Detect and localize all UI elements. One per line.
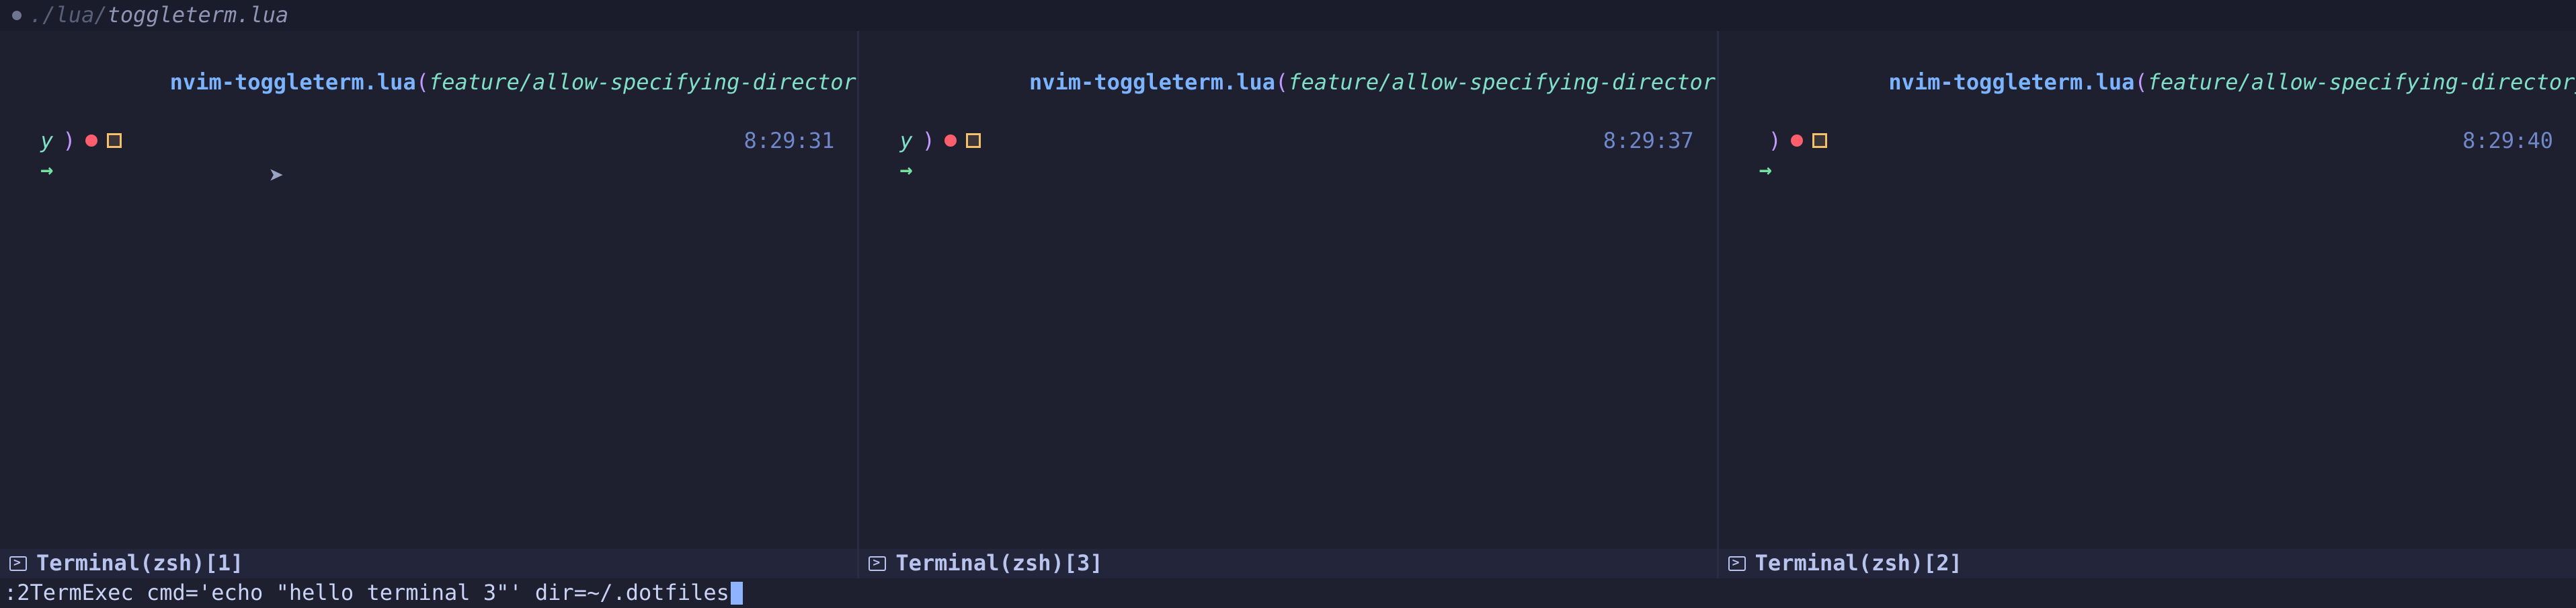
- dirty-indicator-icon: [1791, 135, 1803, 147]
- terminal-pane-3[interactable]: nvim-toggleterm.lua(feature/allow-specif…: [1719, 31, 2576, 578]
- titlebar-path-prefix: ./lua/: [30, 2, 108, 28]
- mouse-pointer-icon: ➤: [269, 159, 284, 193]
- paren-close: ): [922, 126, 935, 155]
- terminal-pane-1[interactable]: nvim-toggleterm.lua(feature/allow-specif…: [0, 31, 859, 578]
- paren-close: ): [1769, 126, 1781, 155]
- pane-statusline: Terminal(zsh)[1]: [0, 549, 857, 578]
- terminal-icon: [1728, 556, 1746, 571]
- prompt-line-2: y) 8:29:31: [40, 126, 841, 155]
- dirty-indicator-icon: [85, 135, 97, 147]
- paren-open: (: [1275, 69, 1288, 95]
- prompt-dir: nvim-toggleterm.lua: [1888, 69, 2134, 95]
- prompt-dir: nvim-toggleterm.lua: [1029, 69, 1275, 95]
- git-branch: feature/allow-specifying-director: [429, 69, 856, 95]
- prompt-line-1: nvim-toggleterm.lua(feature/allow-specif…: [1759, 39, 2560, 126]
- prompt-dir: nvim-toggleterm.lua: [170, 69, 416, 95]
- paren-close: ): [63, 126, 75, 155]
- pane-status-label: Terminal(zsh)[3]: [895, 549, 1102, 578]
- prompt-arrow: →: [40, 155, 841, 184]
- save-icon: [1812, 133, 1827, 148]
- window-titlebar: ./lua/toggleterm.lua: [0, 0, 2576, 31]
- terminal-icon: [9, 556, 27, 571]
- pane-status-label: Terminal(zsh)[1]: [36, 549, 243, 578]
- prompt-line-1: nvim-toggleterm.lua(feature/allow-specif…: [40, 39, 841, 126]
- prompt-line-2: y) 8:29:37: [899, 126, 1700, 155]
- terminal-body[interactable]: nvim-toggleterm.lua(feature/allow-specif…: [859, 31, 1716, 549]
- titlebar-dot-icon: [12, 11, 22, 20]
- command-line[interactable]: :2TermExec cmd='echo "hello terminal 3"'…: [0, 578, 2576, 608]
- terminal-body[interactable]: nvim-toggleterm.lua(feature/allow-specif…: [0, 31, 857, 549]
- titlebar-path-file: toggleterm.lua: [108, 2, 289, 28]
- prompt-arrow: →: [899, 155, 1700, 184]
- git-branch: feature/allow-specifying-directory: [2148, 69, 2576, 95]
- pane-status-label: Terminal(zsh)[2]: [1755, 549, 1962, 578]
- paren-open: (: [416, 69, 429, 95]
- save-icon: [966, 133, 981, 148]
- prompt-time: 8:29:40: [2462, 126, 2560, 155]
- dirty-indicator-icon: [944, 135, 957, 147]
- save-icon: [107, 133, 122, 148]
- git-branch-tail: y: [899, 126, 912, 155]
- prompt-time: 8:29:37: [1603, 126, 1701, 155]
- terminal-icon: [869, 556, 886, 571]
- git-branch-tail: y: [40, 126, 53, 155]
- terminal-pane-2[interactable]: nvim-toggleterm.lua(feature/allow-specif…: [859, 31, 1718, 578]
- pane-statusline: Terminal(zsh)[3]: [859, 549, 1716, 578]
- app-root: ./lua/toggleterm.lua nvim-toggleterm.lua…: [0, 0, 2576, 608]
- cursor-block-icon: [731, 582, 743, 605]
- prompt-line-1: nvim-toggleterm.lua(feature/allow-specif…: [899, 39, 1700, 126]
- terminal-panes: nvim-toggleterm.lua(feature/allow-specif…: [0, 31, 2576, 578]
- pane-statusline: Terminal(zsh)[2]: [1719, 549, 2576, 578]
- terminal-body[interactable]: nvim-toggleterm.lua(feature/allow-specif…: [1719, 31, 2576, 549]
- command-line-text: :2TermExec cmd='echo "hello terminal 3"'…: [4, 578, 729, 607]
- paren-open: (: [2134, 69, 2147, 95]
- prompt-arrow: →: [1759, 155, 2560, 184]
- prompt-time: 8:29:31: [743, 126, 841, 155]
- prompt-line-2: ) 8:29:40: [1759, 126, 2560, 155]
- git-branch: feature/allow-specifying-director: [1288, 69, 1716, 95]
- titlebar-path: ./lua/toggleterm.lua: [30, 1, 288, 30]
